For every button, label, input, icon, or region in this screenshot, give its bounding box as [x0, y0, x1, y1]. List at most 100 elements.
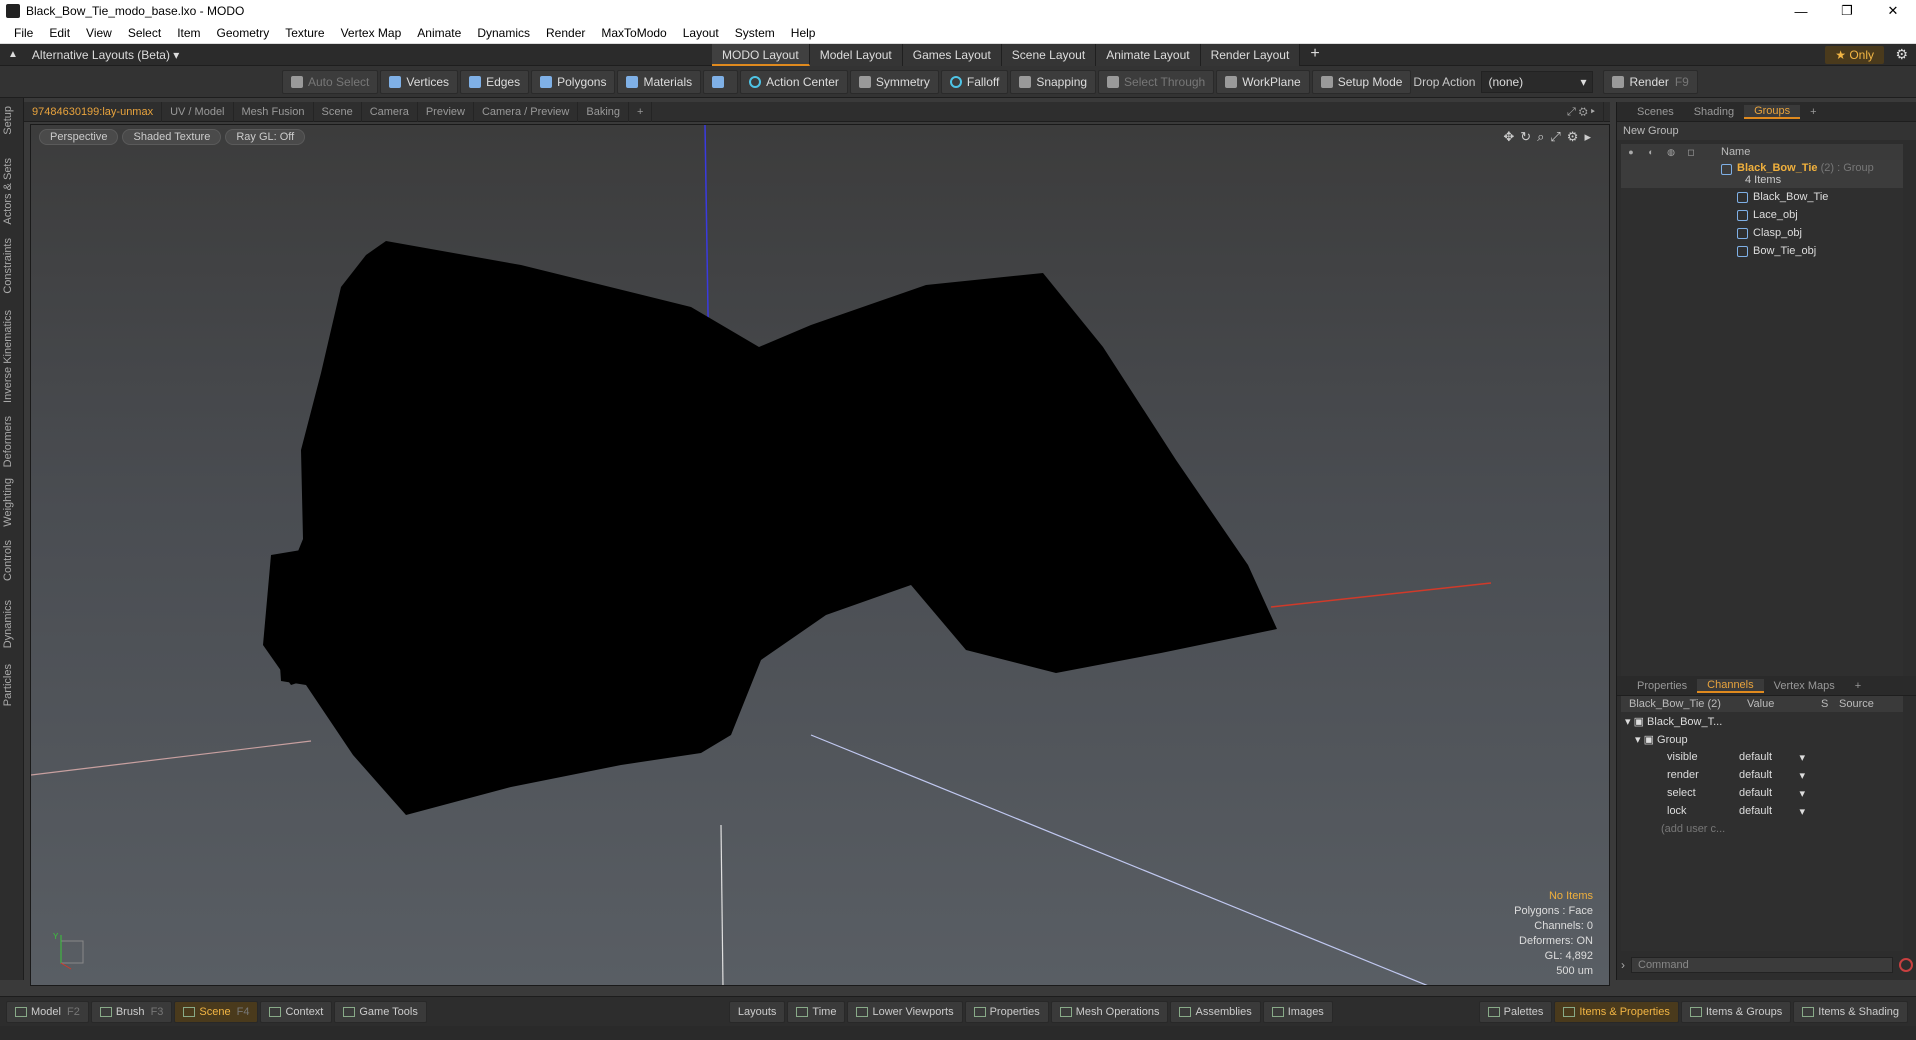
add-layout-button[interactable]: + [1300, 44, 1329, 66]
render-button[interactable]: Render F9 [1603, 69, 1698, 94]
menu-help[interactable]: Help [783, 26, 824, 40]
lower-viewports-button[interactable]: Lower Viewports [847, 1000, 963, 1023]
menu-maxtomodo[interactable]: MaxToModo [593, 26, 674, 40]
tab-controls[interactable]: Controls [2, 540, 14, 581]
symmetry-button[interactable]: Symmetry [849, 69, 939, 94]
viewport-options-icon[interactable]: ⤢ ⚙ ▸ [1559, 102, 1604, 122]
images-button[interactable]: Images [1262, 1000, 1333, 1023]
channel-root-row[interactable]: ▾ ▣ Black_Bow_T... [1621, 712, 1903, 730]
value-dropdown[interactable]: default ▾ [1739, 751, 1809, 764]
tab-vertex-maps[interactable]: Vertex Maps [1764, 680, 1845, 692]
add-user-channel-row[interactable]: (add user c... [1621, 820, 1903, 838]
layouts-button[interactable]: Layouts [728, 1000, 786, 1023]
tab-render-layout[interactable]: Render Layout [1200, 44, 1301, 66]
tab-animate-layout[interactable]: Animate Layout [1096, 44, 1201, 66]
menu-vertex-map[interactable]: Vertex Map [333, 26, 410, 40]
perspective-dropdown[interactable]: Perspective [39, 129, 119, 145]
tab-scene[interactable]: Scene [314, 101, 362, 122]
menu-render[interactable]: Render [538, 26, 593, 40]
tab-camera[interactable]: Camera [362, 101, 418, 122]
tab-lay-unmax[interactable]: 97484630199:lay-unmax [24, 101, 163, 122]
group-row[interactable]: Black_Bow_Tie (2) : Group 4 Items [1621, 160, 1903, 188]
only-button[interactable]: ★ Only [1825, 46, 1884, 64]
tab-mesh-fusion[interactable]: Mesh Fusion [234, 101, 314, 122]
edges-button[interactable]: Edges [460, 69, 530, 94]
menu-geometry[interactable]: Geometry [209, 26, 278, 40]
add-tab-button[interactable]: + [629, 101, 653, 122]
drop-action-select[interactable]: (none) ▾ [1481, 70, 1594, 93]
vertices-button[interactable]: Vertices [380, 69, 459, 94]
table-row[interactable]: render default ▾ [1621, 766, 1903, 784]
add-tab-button[interactable]: + [1800, 106, 1826, 118]
tab-shading[interactable]: Shading [1684, 106, 1744, 118]
menu-layout[interactable]: Layout [675, 26, 727, 40]
viewport-nav-icons[interactable]: ✥↻⌕⤢⚙▸ [1503, 129, 1597, 145]
game-tools-button[interactable]: Game Tools [334, 1000, 427, 1023]
menu-edit[interactable]: Edit [41, 26, 78, 40]
brush-button[interactable]: Brush F3 [90, 1000, 173, 1023]
tab-weighting[interactable]: Weighting [2, 478, 14, 527]
value-dropdown[interactable]: default ▾ [1739, 769, 1809, 782]
value-dropdown[interactable]: default ▾ [1739, 787, 1809, 800]
polygons-button[interactable]: Polygons [531, 69, 616, 94]
tab-deformers[interactable]: Deformers [2, 416, 14, 467]
list-item[interactable]: Lace_obj [1621, 206, 1903, 224]
time-button[interactable]: Time [787, 1000, 846, 1023]
setup-mode-button[interactable]: Setup Mode [1311, 69, 1412, 94]
tab-baking[interactable]: Baking [578, 101, 630, 122]
menu-texture[interactable]: Texture [277, 26, 332, 40]
tab-dynamics[interactable]: Dynamics [2, 600, 14, 648]
table-row[interactable]: lock default ▾ [1621, 802, 1903, 820]
auto-select-button[interactable]: Auto Select [282, 69, 379, 94]
menu-item[interactable]: Item [169, 26, 208, 40]
select-through-button[interactable]: Select Through [1098, 69, 1215, 94]
menu-file[interactable]: File [6, 26, 41, 40]
tab-properties[interactable]: Properties [1627, 680, 1697, 692]
tab-constraints[interactable]: Constraints [2, 238, 14, 294]
model-button[interactable]: Model F2 [6, 1000, 89, 1023]
table-row[interactable]: select default ▾ [1621, 784, 1903, 802]
list-item[interactable]: Clasp_obj [1621, 224, 1903, 242]
list-item[interactable]: Bow_Tie_obj [1621, 242, 1903, 260]
alternative-layouts-dropdown[interactable]: ▲ Alternative Layouts (Beta) ▾ [8, 48, 179, 62]
properties-button[interactable]: Properties [964, 1000, 1049, 1023]
item-mode-button[interactable] [703, 69, 739, 94]
tab-model-layout[interactable]: Model Layout [809, 44, 903, 66]
mesh-operations-button[interactable]: Mesh Operations [1050, 1000, 1169, 1023]
menu-animate[interactable]: Animate [409, 26, 469, 40]
tab-modo-layout[interactable]: MODO Layout [712, 44, 810, 66]
gear-icon[interactable]: ⚙ [1895, 46, 1908, 63]
menu-view[interactable]: View [78, 26, 120, 40]
items-groups-button[interactable]: Items & Groups [1680, 1000, 1792, 1023]
close-button[interactable]: ✕ [1870, 0, 1916, 22]
value-dropdown[interactable]: default ▾ [1739, 805, 1809, 818]
tab-scene-layout[interactable]: Scene Layout [1001, 44, 1097, 66]
workplane-button[interactable]: WorkPlane [1216, 69, 1310, 94]
tab-groups[interactable]: Groups [1744, 104, 1801, 119]
tab-setup[interactable]: Setup [2, 106, 14, 135]
items-shading-button[interactable]: Items & Shading [1793, 1000, 1908, 1023]
maximize-button[interactable]: ❐ [1824, 0, 1870, 22]
assemblies-button[interactable]: Assemblies [1170, 1000, 1261, 1023]
raygl-toggle[interactable]: Ray GL: Off [225, 129, 306, 145]
menu-select[interactable]: Select [120, 26, 169, 40]
tab-scenes[interactable]: Scenes [1627, 106, 1684, 118]
items-properties-button[interactable]: Items & Properties [1554, 1000, 1679, 1023]
menu-dynamics[interactable]: Dynamics [469, 26, 538, 40]
record-icon[interactable] [1899, 958, 1913, 972]
3d-viewport[interactable]: Perspective Shaded Texture Ray GL: Off ✥… [30, 124, 1610, 986]
tab-camera-preview[interactable]: Camera / Preview [474, 101, 579, 122]
scene-button[interactable]: Scene F4 [174, 1000, 259, 1023]
falloff-button[interactable]: Falloff [940, 69, 1009, 94]
menu-system[interactable]: System [727, 26, 783, 40]
channel-group-row[interactable]: ▾ ▣ Group [1621, 730, 1903, 748]
tab-preview[interactable]: Preview [418, 101, 474, 122]
tab-uv-model[interactable]: UV / Model [162, 101, 234, 122]
tab-games-layout[interactable]: Games Layout [902, 44, 1002, 66]
add-tab-button[interactable]: + [1845, 680, 1871, 692]
minimize-button[interactable]: — [1778, 0, 1824, 22]
list-item[interactable]: Black_Bow_Tie [1621, 188, 1903, 206]
palettes-button[interactable]: Palettes [1478, 1000, 1553, 1023]
action-center-button[interactable]: Action Center [740, 69, 848, 94]
tab-inverse-kinematics[interactable]: Inverse Kinematics [2, 310, 14, 403]
